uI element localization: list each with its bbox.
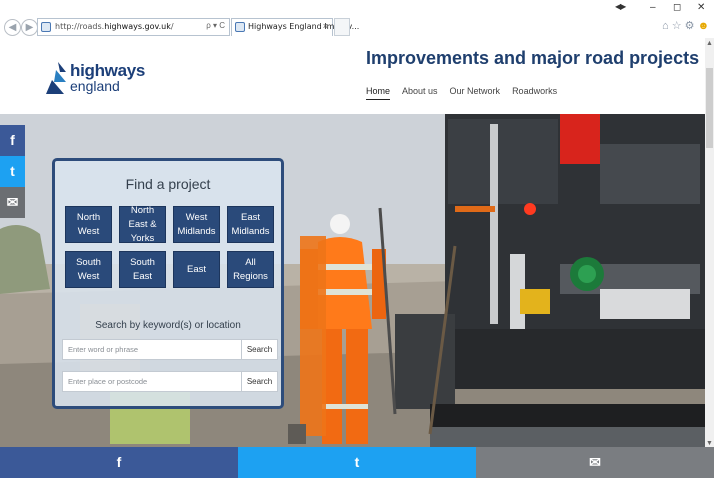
twitter-share-bar-button[interactable]: t	[238, 447, 476, 478]
site-favicon-icon	[41, 22, 51, 32]
find-project-heading: Find a project	[125, 176, 211, 192]
scroll-down-arrow-icon[interactable]: ▼	[705, 440, 714, 447]
page-scrollbar[interactable]: ▲ ▼	[705, 38, 714, 447]
settings-gear-icon[interactable]: ⚙	[685, 20, 695, 32]
url-domain: highways.gov.uk	[104, 22, 171, 31]
location-search-button[interactable]: Search	[241, 371, 278, 392]
nav-home[interactable]: Home	[366, 86, 391, 100]
url-suffix: /	[170, 22, 174, 31]
minimize-icon[interactable]: –	[650, 2, 656, 13]
favorites-star-icon[interactable]: ☆	[672, 20, 682, 32]
logo-text-england: england	[70, 78, 120, 94]
browser-tab[interactable]: Highways England Improv... ×	[231, 18, 359, 36]
restore-icon[interactable]: ◀▶	[615, 2, 626, 11]
highways-england-logo[interactable]: highways england	[44, 60, 145, 100]
social-share-rail: f t ✉	[0, 125, 25, 218]
logo-mark-icon	[46, 62, 66, 94]
address-url: http://roads.highways.gov.uk/	[55, 22, 174, 31]
twitter-bird-icon: t	[354, 454, 360, 470]
facebook-share-bar-button[interactable]: f	[0, 447, 238, 478]
url-prefix: http://roads.	[55, 22, 105, 31]
location-search-input[interactable]	[62, 371, 241, 392]
forward-button[interactable]: ▶	[21, 19, 38, 36]
page-title: Improvements and major road projects	[366, 48, 700, 68]
scroll-up-arrow-icon[interactable]: ▲	[705, 40, 714, 47]
keyword-search-heading: Search by keyword(s) or location	[95, 320, 241, 331]
facebook-icon: f	[10, 132, 15, 148]
browser-toolbar-icons: ⌂ ☆ ⚙ ☻	[662, 19, 709, 32]
address-bar[interactable]: http://roads.highways.gov.uk/ ρ ▾ C	[37, 18, 230, 36]
region-south-east-button[interactable]: South East	[119, 251, 166, 288]
region-east-midlands-button[interactable]: East Midlands	[227, 206, 274, 243]
back-arrow-icon: ◀	[8, 22, 17, 33]
close-icon[interactable]: ✕	[697, 2, 705, 13]
back-button[interactable]: ◀	[4, 19, 21, 36]
keyword-search-row: Search	[62, 339, 278, 360]
region-north-east-yorks-button[interactable]: North East & Yorks	[119, 205, 166, 244]
forward-arrow-icon: ▶	[25, 22, 34, 33]
maximize-icon[interactable]: ◻	[673, 2, 681, 13]
region-east-button[interactable]: East	[173, 251, 220, 288]
keyword-search-button[interactable]: Search	[241, 339, 278, 360]
home-icon[interactable]: ⌂	[662, 20, 669, 32]
new-tab-button[interactable]	[334, 18, 350, 36]
region-grid: North West North East & Yorks West Midla…	[65, 205, 277, 288]
region-all-regions-button[interactable]: All Regions	[227, 251, 274, 288]
nav-our-network[interactable]: Our Network	[450, 86, 501, 100]
envelope-icon: ✉	[589, 454, 601, 470]
email-share-button[interactable]: ✉	[0, 187, 25, 218]
nav-roadworks[interactable]: Roadworks	[512, 86, 557, 100]
location-search-row: Search	[62, 371, 278, 392]
email-share-bar-button[interactable]: ✉	[476, 447, 714, 478]
region-north-west-button[interactable]: North West	[65, 206, 112, 243]
region-west-midlands-button[interactable]: West Midlands	[173, 206, 220, 243]
nav-about-us[interactable]: About us	[402, 86, 438, 100]
facebook-share-button[interactable]: f	[0, 125, 25, 156]
envelope-icon: ✉	[6, 194, 19, 210]
bottom-share-bar: f t ✉	[0, 447, 714, 478]
scroll-thumb[interactable]	[706, 68, 713, 148]
find-a-project-panel: Find a project North West North East & Y…	[52, 158, 284, 409]
twitter-bird-icon: t	[10, 163, 15, 179]
browser-chrome: ◀▶ – ◻ ✕ ◀ ▶ http://roads.highways.gov.u…	[0, 0, 714, 38]
address-tools-icon[interactable]: ρ ▾ C	[206, 21, 225, 30]
tab-close-icon[interactable]: ×	[323, 21, 328, 31]
twitter-share-button[interactable]: t	[0, 156, 25, 187]
keyword-search-input[interactable]	[62, 339, 241, 360]
facebook-icon: f	[116, 454, 122, 470]
feedback-smiley-icon[interactable]: ☻	[698, 20, 710, 32]
site-header: highways england Improvements and major …	[0, 38, 705, 114]
tab-favicon-icon	[235, 22, 245, 32]
main-nav: Home About us Our Network Roadworks	[366, 86, 557, 100]
region-south-west-button[interactable]: South West	[65, 251, 112, 288]
